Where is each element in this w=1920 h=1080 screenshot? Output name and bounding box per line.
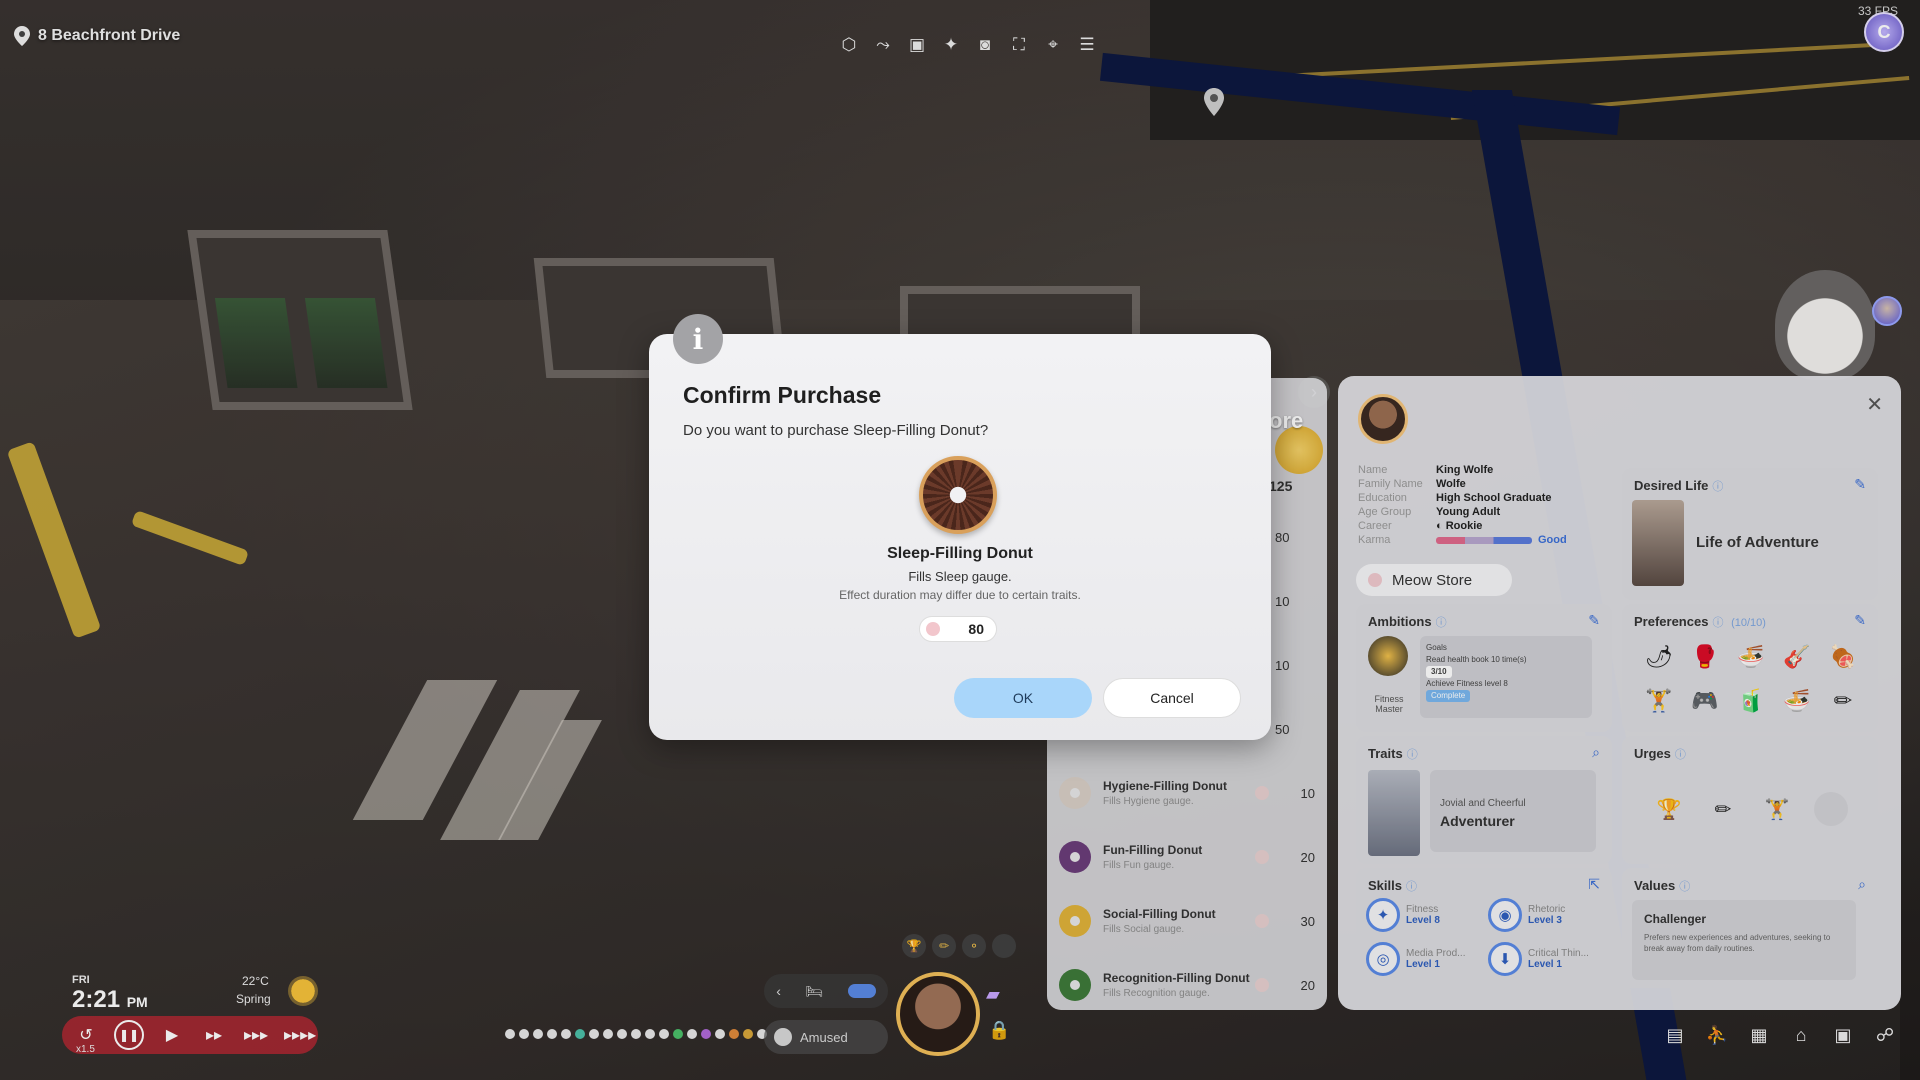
dialog-title: Confirm Purchase: [683, 382, 882, 408]
item-note: Effect duration may differ due to certai…: [839, 588, 1081, 602]
item-description: Fills Sleep gauge.: [908, 569, 1012, 584]
ok-button[interactable]: OK: [954, 678, 1092, 718]
cancel-button[interactable]: Cancel: [1103, 678, 1241, 718]
dialog-question: Do you want to purchase Sleep-Filling Do…: [683, 422, 989, 439]
price-value: 80: [968, 621, 984, 637]
item-name: Sleep-Filling Donut: [887, 545, 1033, 562]
donut-icon: [919, 456, 997, 534]
info-icon: i: [673, 314, 723, 364]
item-price: 80: [919, 616, 997, 642]
confirm-purchase-dialog: i Confirm Purchase Do you want to purcha…: [649, 314, 1271, 740]
coin-icon: [926, 622, 940, 636]
